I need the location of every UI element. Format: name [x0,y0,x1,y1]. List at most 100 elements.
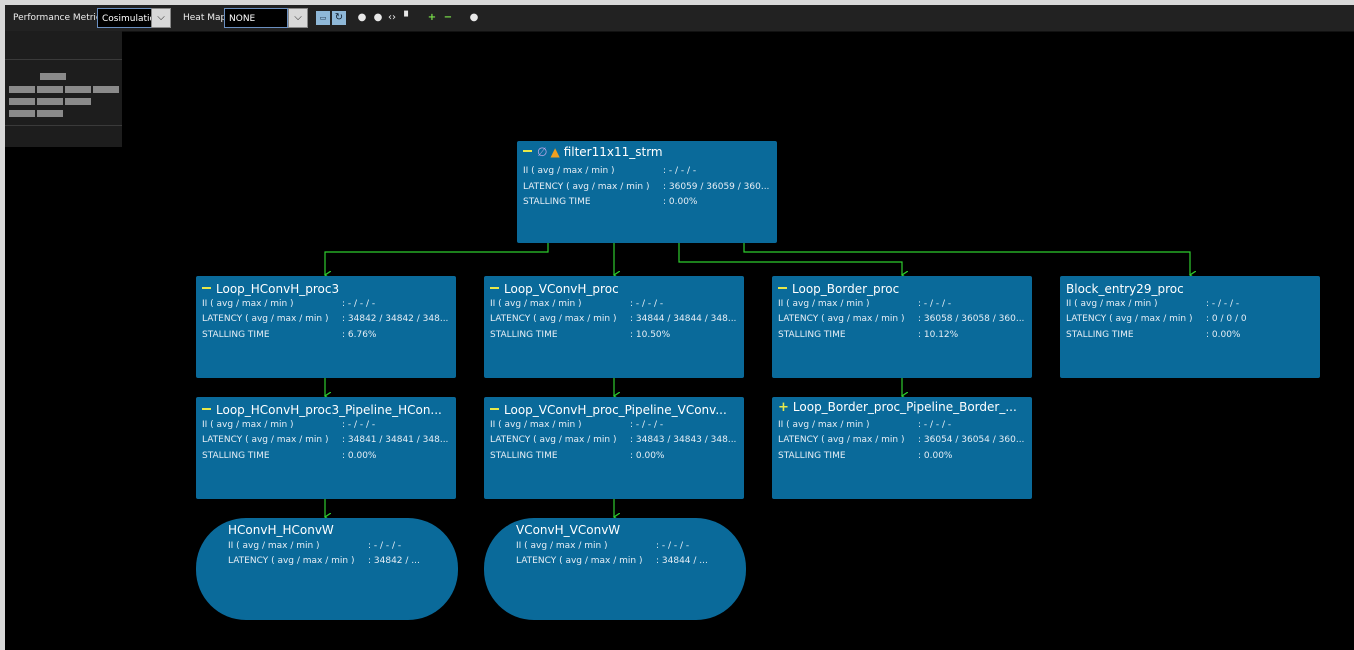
latency-label: LATENCY ( avg / max / min ) [516,556,643,566]
latency-label: LATENCY ( avg / max / min ) [523,182,650,192]
latency-value: : 36054 / 36054 / 360... [918,435,1025,445]
stalling-label: STALLING TIME [778,451,846,461]
latency-value: : 34842 / 34842 / 348... [342,314,449,324]
node-title: Loop_VConvH_proc [504,282,619,296]
latency-row: LATENCY ( avg / max / min ) : 36059 / 360… [523,182,769,192]
ii-label: II ( avg / max / min ) [1066,299,1158,309]
node-hconvh-hconvw[interactable]: HConvH_HConvW II ( avg / max / min ): - … [196,518,458,620]
collapse-icon[interactable] [202,407,211,410]
edge-top-hconv [325,243,549,275]
ii-label: II ( avg / max / min ) [778,299,870,309]
ii-value: : - / - / - [918,299,952,309]
stalling-value: : 0.00% [630,451,665,461]
node-title-row: + Loop_Border_proc_Pipeline_Border_... [778,400,1017,415]
latency-row: LATENCY ( avg / max / min ): 34843 / 348… [490,435,736,445]
ii-row: II ( avg / max / min ): - / - / - [778,420,951,430]
stalling-value: : 10.50% [630,330,671,340]
node-title-row: Loop_VConvH_proc_Pipeline_VConv... [490,403,727,417]
stalling-row: STALLING TIME : 10.50% [490,330,670,340]
latency-row: LATENCY ( avg / max / min ): 34842 / ... [228,556,420,566]
node-title: Loop_VConvH_proc_Pipeline_VConv... [504,403,727,417]
latency-value: : 36059 / 36059 / 360... [663,182,770,192]
stalling-row: STALLING TIME : 10.12% [778,330,958,340]
node-title: Loop_HConvH_proc3_Pipeline_HCon... [216,403,442,417]
ii-label: II ( avg / max / min ) [778,420,870,430]
ii-value: : - / - / - [342,299,376,309]
stalling-label: STALLING TIME [778,330,846,340]
edge-top-block [743,243,1190,275]
ii-row: II ( avg / max / min ): - / - / - [516,541,689,551]
ii-row: II ( avg / max / min ) : - / - / - [1066,299,1239,309]
node-title: filter11x11_strm [563,145,663,159]
ii-label: II ( avg / max / min ) [228,541,320,551]
node-loop-hconvh-proc3[interactable]: Loop_HConvH_proc3 II ( avg / max / min )… [196,276,456,378]
stalling-label: STALLING TIME [523,197,591,207]
stalling-value: : 0.00% [342,451,377,461]
stalling-value: : 6.76% [342,330,377,340]
stalling-row: STALLING TIME: 0.00% [202,451,376,461]
node-loop-border-proc-pipeline[interactable]: + Loop_Border_proc_Pipeline_Border_... II… [772,397,1032,499]
ii-label: II ( avg / max / min ) [490,299,582,309]
latency-row: LATENCY ( avg / max / min ): 36058 / 360… [778,314,1024,324]
dataflow-graph-canvas[interactable]: ∅ ▲ filter11x11_strm II ( avg / max / min … [0,0,1354,650]
ii-value: : - / - / - [656,541,690,551]
latency-value: : 34842 / ... [368,556,420,566]
latency-label: LATENCY ( avg / max / min ) [778,435,905,445]
latency-row: LATENCY ( avg / max / min ) : 34842 / 348… [202,314,448,324]
collapse-icon[interactable] [490,407,499,410]
stalling-label: STALLING TIME [490,330,558,340]
node-title-row: Loop_HConvH_proc3 [202,282,339,296]
node-loop-border-proc[interactable]: Loop_Border_proc II ( avg / max / min ):… [772,276,1032,378]
ii-value: : - / - / - [663,166,697,176]
latency-value: : 0 / 0 / 0 [1206,314,1247,324]
ii-row: II ( avg / max / min ) : - / - / - [490,299,663,309]
node-loop-vconvh-proc[interactable]: Loop_VConvH_proc II ( avg / max / min ):… [484,276,744,378]
latency-row: LATENCY ( avg / max / min ) : 34841 / 348… [202,435,448,445]
edge-top-border [678,243,902,275]
ii-row: II ( avg / max / min ): - / - / - [490,420,663,430]
node-title: Loop_HConvH_proc3 [216,282,340,296]
ii-row: II ( avg / max / min ) : - / - / - [202,420,375,430]
stalling-value: : 10.12% [918,330,959,340]
ii-label: II ( avg / max / min ) [523,166,615,176]
ii-row: II ( avg / max / min ): - / - / - [228,541,401,551]
node-title: HConvH_HConvW [228,523,334,537]
link-icon: ∅ [537,145,548,159]
latency-value: : 34844 / 34844 / 348... [630,314,737,324]
collapse-icon[interactable] [523,149,532,152]
latency-value: : 34841 / 34841 / 348... [342,435,449,445]
warning-icon: ▲ [550,145,560,159]
node-loop-vconvh-proc-pipeline[interactable]: Loop_VConvH_proc_Pipeline_VConv... II ( … [484,397,744,499]
stalling-row: STALLING TIME: 0.00% [490,451,664,461]
stalling-value: : 0.00% [918,451,953,461]
ii-label: II ( avg / max / min ) [202,420,294,430]
ii-value: : - / - / - [1206,299,1240,309]
latency-label: LATENCY ( avg / max / min ) [1066,314,1193,324]
ii-row: II ( avg / max / min ): - / - / - [202,299,375,309]
node-title-row: Loop_VConvH_proc [490,282,619,296]
node-loop-hconvh-proc3-pipeline[interactable]: Loop_HConvH_proc3_Pipeline_HCon... II ( … [196,397,456,499]
node-title-row: Loop_Border_proc [778,282,899,296]
latency-row: LATENCY ( avg / max / min ) : 36054 / 360… [778,435,1024,445]
node-title: Block_entry29_proc [1066,282,1184,296]
node-filter11x11-strm[interactable]: ∅ ▲ filter11x11_strm II ( avg / max / min … [517,141,777,243]
latency-label: LATENCY ( avg / max / min ) [202,314,329,324]
stalling-row: STALLING TIME: 0.00% [523,197,697,207]
stalling-label: STALLING TIME [1066,330,1134,340]
ii-value: : - / - / - [342,420,376,430]
stalling-row: STALLING TIME : 0.00% [1066,330,1240,340]
node-title-row: ∅ ▲ filter11x11_strm [523,145,663,159]
expand-icon[interactable]: + [778,400,789,415]
ii-value: : - / - / - [630,299,664,309]
node-title: Loop_Border_proc [792,282,900,296]
collapse-icon[interactable] [778,286,787,289]
stalling-value: : 0.00% [1206,330,1241,340]
node-vconvh-vconvw[interactable]: VConvH_VConvW II ( avg / max / min ): - … [484,518,746,620]
collapse-icon[interactable] [202,286,211,289]
node-title: Loop_Border_proc_Pipeline_Border_... [792,400,1017,414]
collapse-icon[interactable] [490,286,499,289]
latency-row: LATENCY ( avg / max / min ): 34844 / 348… [490,314,736,324]
latency-label: LATENCY ( avg / max / min ) [202,435,329,445]
node-block-entry29-proc[interactable]: Block_entry29_proc II ( avg / max / min … [1060,276,1320,378]
ii-row: II ( avg / max / min ) : - / - / - [523,166,696,176]
